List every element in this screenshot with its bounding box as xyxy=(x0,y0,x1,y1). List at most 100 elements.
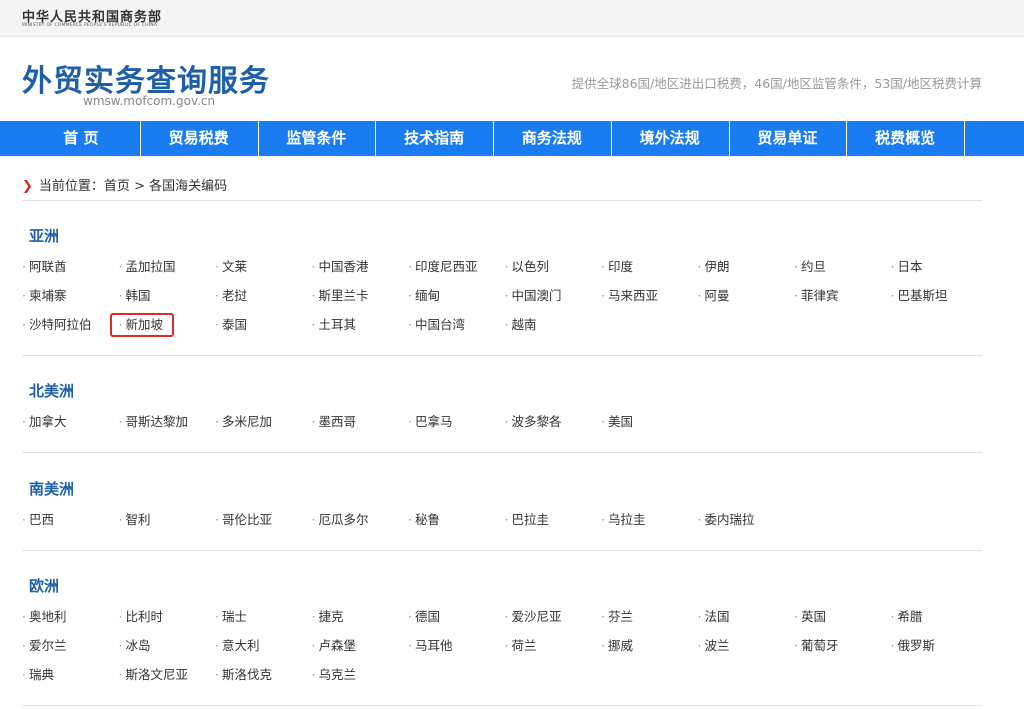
country-link[interactable]: · 菲律宾 xyxy=(794,287,839,305)
bullet-dot-icon: · xyxy=(311,638,316,653)
country-name: 印度 xyxy=(607,259,633,274)
bullet-dot-icon: · xyxy=(408,638,412,653)
country-link[interactable]: · 芬兰 xyxy=(601,608,633,626)
country-link[interactable]: · 马来西亚 xyxy=(601,287,658,305)
country-link[interactable]: · 斯洛文尼亚 xyxy=(119,666,189,684)
country-link[interactable]: · 乌克兰 xyxy=(312,666,357,684)
breadcrumb-home-link[interactable]: 首页 xyxy=(104,179,130,194)
country-link[interactable]: · 文莱 xyxy=(215,258,247,276)
country-link[interactable]: · 爱尔兰 xyxy=(22,637,67,655)
nav-item-1[interactable]: 贸易税费 xyxy=(140,121,259,156)
country-link[interactable]: · 中国香港 xyxy=(312,258,369,276)
country-link[interactable]: · 乌拉圭 xyxy=(601,511,646,529)
country-link[interactable]: · 秘鲁 xyxy=(408,511,440,529)
nav-item-6[interactable]: 贸易单证 xyxy=(729,121,848,156)
bullet-dot-icon: · xyxy=(504,638,509,653)
country-link[interactable]: · 泰国 xyxy=(215,316,247,334)
country-link[interactable]: · 加拿大 xyxy=(22,413,67,431)
country-name: 墨西哥 xyxy=(318,414,356,429)
country-link[interactable]: · 孟加拉国 xyxy=(119,258,176,276)
country-link[interactable]: · 斯洛伐克 xyxy=(215,666,272,684)
country-name: 加拿大 xyxy=(28,414,67,429)
country-link[interactable]: · 阿曼 xyxy=(698,287,730,305)
country-link[interactable]: · 中国台湾 xyxy=(408,316,465,334)
country-link[interactable]: · 墨西哥 xyxy=(312,413,357,431)
bullet-dot-icon: · xyxy=(504,259,509,274)
country-link[interactable]: · 波兰 xyxy=(698,637,730,655)
bullet-dot-icon: · xyxy=(118,638,123,653)
bullet-dot-icon: · xyxy=(311,259,316,274)
country-link[interactable]: · 阿联酋 xyxy=(22,258,67,276)
country-link[interactable]: · 哥伦比亚 xyxy=(215,511,272,529)
bullet-dot-icon: · xyxy=(215,667,219,682)
country-link[interactable]: · 约旦 xyxy=(794,258,826,276)
country-name: 文莱 xyxy=(221,259,247,274)
country-link[interactable]: · 希腊 xyxy=(891,608,923,626)
country-name: 委内瑞拉 xyxy=(704,512,755,527)
country-link[interactable]: · 中国澳门 xyxy=(505,287,562,305)
country-link[interactable]: · 委内瑞拉 xyxy=(698,511,755,529)
country-link[interactable]: · 比利时 xyxy=(119,608,164,626)
country-link[interactable]: · 越南 xyxy=(505,316,537,334)
nav-item-5[interactable]: 境外法规 xyxy=(611,121,730,156)
country-link[interactable]: · 哥斯达黎加 xyxy=(119,413,189,431)
bullet-dot-icon: · xyxy=(697,638,702,653)
nav-item-7[interactable]: 税费概览 xyxy=(846,121,965,156)
nav-item-4[interactable]: 商务法规 xyxy=(493,121,612,156)
country-link[interactable]: · 巴拿马 xyxy=(408,413,453,431)
country-name: 巴拿马 xyxy=(414,414,453,429)
country-name: 菲律宾 xyxy=(800,288,839,303)
country-name: 巴拉圭 xyxy=(511,512,549,527)
country-link[interactable]: · 巴基斯坦 xyxy=(891,287,948,305)
country-link[interactable]: · 印度 xyxy=(601,258,633,276)
country-link[interactable]: · 老挝 xyxy=(215,287,247,305)
country-link[interactable]: · 俄罗斯 xyxy=(891,637,936,655)
country-link[interactable]: · 伊朗 xyxy=(698,258,730,276)
country-link[interactable]: · 冰岛 xyxy=(119,637,151,655)
country-link[interactable]: · 沙特阿拉伯 xyxy=(22,316,92,334)
bullet-dot-icon: · xyxy=(601,638,605,653)
country-link[interactable]: · 英国 xyxy=(794,608,826,626)
country-link[interactable]: · 厄瓜多尔 xyxy=(312,511,369,529)
country-link[interactable]: · 瑞典 xyxy=(22,666,54,684)
country-link[interactable]: · 智利 xyxy=(119,511,151,529)
country-link[interactable]: · 多米尼加 xyxy=(215,413,272,431)
nav-item-0[interactable]: 首 页 xyxy=(22,121,141,156)
country-link[interactable]: · 奥地利 xyxy=(22,608,67,626)
bullet-dot-icon: · xyxy=(794,259,798,274)
country-link[interactable]: · 柬埔寨 xyxy=(22,287,67,305)
country-link[interactable]: · 瑞士 xyxy=(215,608,247,626)
country-link[interactable]: · 意大利 xyxy=(215,637,260,655)
country-name: 法国 xyxy=(704,609,730,624)
country-link[interactable]: · 捷克 xyxy=(312,608,344,626)
country-name: 波兰 xyxy=(704,638,730,653)
country-link[interactable]: · 法国 xyxy=(698,608,730,626)
country-name: 马耳他 xyxy=(414,638,453,653)
bullet-dot-icon: · xyxy=(794,288,798,303)
bullet-dot-icon: · xyxy=(215,288,219,303)
country-link[interactable]: · 葡萄牙 xyxy=(794,637,839,655)
country-link[interactable]: · 挪威 xyxy=(601,637,633,655)
country-link[interactable]: · 爱沙尼亚 xyxy=(505,608,562,626)
country-link[interactable]: · 韩国 xyxy=(119,287,151,305)
country-link[interactable]: · 印度尼西亚 xyxy=(408,258,478,276)
country-link[interactable]: · 巴拉圭 xyxy=(505,511,550,529)
country-link[interactable]: · 缅甸 xyxy=(408,287,440,305)
nav-item-2[interactable]: 监管条件 xyxy=(258,121,377,156)
country-link[interactable]: · 马耳他 xyxy=(408,637,453,655)
country-link[interactable]: · 美国 xyxy=(601,413,633,431)
country-name: 哥伦比亚 xyxy=(221,512,272,527)
nav-item-3[interactable]: 技术指南 xyxy=(375,121,494,156)
country-link[interactable]: · 德国 xyxy=(408,608,440,626)
country-link[interactable]: · 巴西 xyxy=(22,511,54,529)
country-link[interactable]: · 波多黎各 xyxy=(505,413,562,431)
country-link[interactable]: · 土耳其 xyxy=(312,316,357,334)
country-link[interactable]: · 卢森堡 xyxy=(312,637,357,655)
country-link[interactable]: · 以色列 xyxy=(505,258,550,276)
country-name: 阿曼 xyxy=(704,288,730,303)
country-link[interactable]: · 日本 xyxy=(891,258,923,276)
chevron-right-icon: ❯ xyxy=(22,179,33,194)
country-name: 约旦 xyxy=(800,259,826,274)
country-link[interactable]: · 荷兰 xyxy=(505,637,537,655)
country-link[interactable]: · 斯里兰卡 xyxy=(312,287,369,305)
